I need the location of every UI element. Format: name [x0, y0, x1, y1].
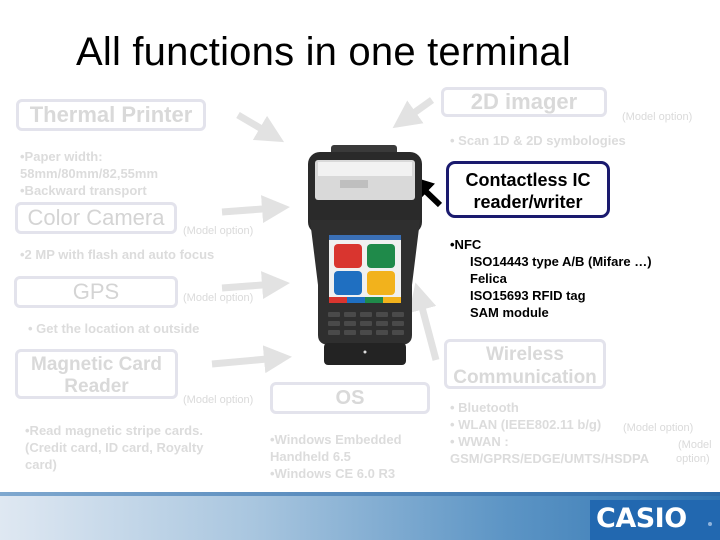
wireless-bullets: • Bluetooth • WLAN (IEEE802.11 b/g) • WW… — [450, 399, 649, 467]
os-bullets: •Windows Embedded Handheld 6.5 •Windows … — [270, 431, 402, 482]
bullet: 58mm/80mm/82,55mm — [20, 166, 159, 181]
arrow-thermal-printer — [236, 111, 285, 143]
bullet: •Windows Embedded — [270, 432, 402, 447]
color-camera-bullets: •2 MP with flash and auto focus — [20, 246, 214, 263]
footer-line — [0, 492, 720, 496]
arrow-gps — [221, 271, 290, 299]
contactless-ic-bullets: •NFC ISO14443 type A/B (Mifare …) Felica… — [450, 236, 652, 321]
bullet: card) — [25, 457, 57, 472]
bullet: •Backward transport — [20, 183, 147, 198]
thermal-printer-box: Thermal Printer — [16, 99, 206, 131]
bar-1 — [347, 297, 365, 303]
bar-0 — [329, 297, 347, 303]
thermal-printer-label: Thermal Printer — [29, 102, 193, 127]
color-camera-label: Color Camera — [27, 205, 165, 230]
bullet: • Bluetooth — [450, 400, 519, 415]
2d-imager-bullets: • Scan 1D & 2D symbologies — [450, 132, 626, 149]
bullet: •Read magnetic stripe cards. — [25, 423, 203, 438]
magnetic-card-bullets: •Read magnetic stripe cards. (Credit car… — [25, 422, 203, 473]
casio-logo: CASIO — [596, 503, 687, 534]
tile-0 — [334, 244, 362, 268]
magnetic-card-label-line2: Reader — [64, 376, 129, 397]
wwan-option-line1: (Model — [678, 439, 712, 451]
2d-imager-box: 2D imager — [441, 87, 607, 117]
os-box: OS — [270, 382, 430, 414]
contactless-ic-label-line1: Contactless IC — [465, 170, 591, 190]
wwan-option-line2: option) — [676, 453, 710, 465]
contactless-ic-label-line2: reader/writer — [473, 192, 583, 212]
arrow-magnetic-card — [211, 345, 292, 374]
bullet: • WWAN : — [450, 434, 509, 449]
device-base — [324, 343, 406, 365]
handheld-terminal-image — [308, 145, 422, 365]
bullet: • WLAN (IEEE802.11 b/g) — [450, 417, 602, 432]
bullet: •NFC — [450, 237, 482, 252]
bullet: • Scan 1D & 2D symbologies — [450, 133, 626, 148]
bullet: GSM/GPRS/EDGE/UMTS/HSDPA — [450, 451, 650, 466]
color-camera-option: (Model option) — [183, 225, 254, 237]
logo-dot — [708, 522, 712, 526]
2d-imager-label: 2D imager — [470, 89, 578, 114]
bullet: SAM module — [470, 305, 549, 320]
gps-box: GPS — [14, 276, 178, 308]
tile-1 — [367, 244, 395, 268]
wlan-option: (Model option) — [623, 422, 694, 434]
tile-3 — [367, 271, 395, 295]
wireless-label-line1: Wireless — [486, 344, 564, 365]
bullet: ISO14443 type A/B (Mifare …) — [470, 254, 652, 269]
bar-2 — [365, 297, 383, 303]
os-label: OS — [335, 387, 365, 409]
thermal-printer-bullets: •Paper width: 58mm/80mm/82,55mm •Backwar… — [20, 148, 158, 199]
bullet: (Credit card, ID card, Royalty — [25, 440, 204, 455]
keypad — [328, 312, 404, 335]
gps-bullets: • Get the location at outside — [28, 320, 199, 337]
tile-2 — [334, 271, 362, 295]
arrow-2d-imager — [392, 97, 435, 129]
bullet: •2 MP with flash and auto focus — [20, 247, 215, 262]
2d-imager-option: (Model option) — [622, 111, 693, 123]
bullet: •Paper width: — [20, 149, 103, 164]
bullet: Felica — [470, 271, 507, 286]
arrow-color-camera — [221, 195, 290, 223]
bullet: •Windows CE 6.0 R3 — [270, 466, 396, 481]
contactless-ic-box: Contactless IC reader/writer — [446, 161, 610, 218]
magnetic-card-option: (Model option) — [183, 394, 254, 406]
color-camera-box: Color Camera — [15, 202, 177, 234]
magnetic-card-label-line1: Magnetic Card — [31, 354, 162, 375]
bullet: • Get the location at outside — [28, 321, 200, 336]
wireless-label-line2: Communication — [453, 367, 597, 388]
gps-label: GPS — [72, 279, 120, 304]
bullet: ISO15693 RFID tag — [470, 288, 586, 303]
bullet: Handheld 6.5 — [270, 449, 351, 464]
magnetic-card-box: Magnetic Card Reader — [15, 349, 178, 399]
gps-option: (Model option) — [183, 292, 254, 304]
bar-3 — [383, 297, 401, 303]
wireless-box: Wireless Communication — [444, 339, 606, 389]
